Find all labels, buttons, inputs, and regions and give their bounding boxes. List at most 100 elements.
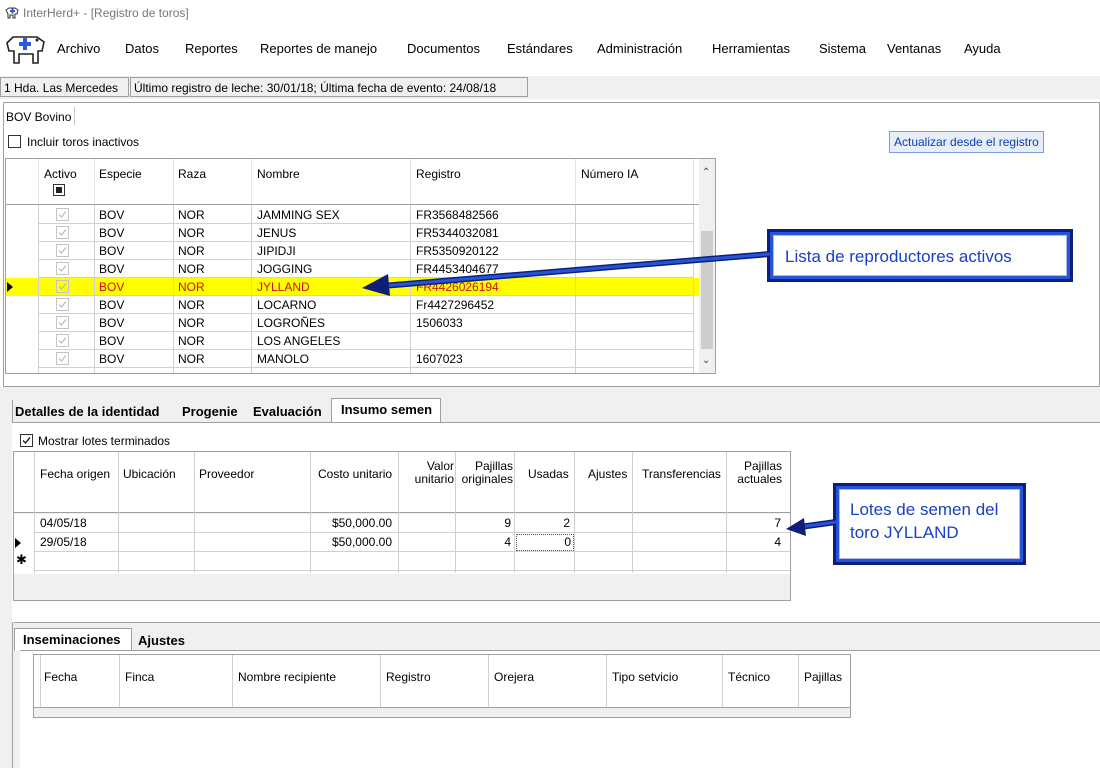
- table-row[interactable]: 29/05/18 $50,000.00 4 0 4: [14, 533, 790, 552]
- update-from-registry-button[interactable]: Actualizar desde el registro: [889, 131, 1044, 153]
- cell-raza: NOR: [178, 280, 205, 294]
- menu-sistema[interactable]: Sistema: [819, 41, 866, 56]
- row-active-checkbox[interactable]: [56, 298, 69, 311]
- status-info: Último registro de leche: 30/01/18; Últi…: [130, 77, 528, 97]
- tab-divider: [74, 107, 75, 125]
- row-active-checkbox[interactable]: [56, 334, 69, 347]
- cell-raza: NOR: [178, 352, 205, 366]
- col-fecha[interactable]: Fecha: [44, 671, 77, 684]
- select-all-checkbox[interactable]: [53, 184, 65, 196]
- cell-raza: NOR: [178, 226, 205, 240]
- table-row[interactable]: BOV NOR LOGROÑES 1506033: [6, 314, 699, 332]
- col-registro[interactable]: Registro: [386, 671, 431, 684]
- col-nombre[interactable]: Nombre: [257, 168, 300, 181]
- table-row[interactable]: BOV NOR MANOLO 1607023: [6, 350, 699, 368]
- tab-inseminaciones[interactable]: Inseminaciones: [14, 628, 132, 651]
- lots-grid: Fecha origen Ubicación Proveedor Costo u…: [13, 451, 791, 601]
- tab-progenie[interactable]: Progenie: [182, 404, 238, 419]
- col-pajillas[interactable]: Pajillas: [804, 671, 842, 684]
- checkmark-icon: [22, 437, 31, 445]
- tab-inseminaciones-label: Inseminaciones: [23, 632, 121, 647]
- row-active-checkbox[interactable]: [56, 280, 69, 293]
- menu-documentos[interactable]: Documentos: [407, 41, 480, 56]
- col-tecnico[interactable]: Técnico: [728, 671, 770, 684]
- arrow-to-selected-bull-icon: [362, 251, 771, 296]
- cell-nombre: LOS ANGELES: [257, 334, 341, 348]
- tab-evaluacion[interactable]: Evaluación: [253, 404, 322, 419]
- cell-costo-unitario: $50,000.00: [331, 516, 392, 530]
- menu-bar: Archivo Datos Reportes Reportes de manej…: [0, 29, 1100, 71]
- col-registro[interactable]: Registro: [416, 168, 461, 181]
- include-inactive-checkbox[interactable]: [8, 135, 21, 148]
- row-active-checkbox[interactable]: [56, 208, 69, 221]
- cell-usadas-focused[interactable]: 0: [516, 534, 574, 551]
- cell-fecha-origen: 29/05/18: [40, 535, 87, 549]
- callout-semen-lots-text: Lotes de semen del toro JYLLAND: [839, 489, 1020, 559]
- menu-herramientas[interactable]: Herramientas: [712, 41, 790, 56]
- scroll-up-icon[interactable]: ⌃: [702, 167, 710, 178]
- inseminations-grid-header: Fecha Finca Nombre recipiente Registro O…: [34, 655, 850, 707]
- cell-especie: BOV: [99, 316, 125, 330]
- col-transferencias[interactable]: Transferencias: [642, 468, 721, 481]
- row-active-checkbox[interactable]: [56, 316, 69, 329]
- menu-archivo[interactable]: Archivo: [57, 41, 100, 56]
- col-ubicacion[interactable]: Ubicación: [123, 468, 176, 481]
- table-row[interactable]: 04/05/18 $50,000.00 9 2 7: [14, 514, 790, 533]
- status-strip: 1 Hda. Las Mercedes Último registro de l…: [0, 76, 1100, 99]
- col-usadas[interactable]: Usadas: [528, 468, 569, 481]
- row-active-checkbox[interactable]: [56, 352, 69, 365]
- col-ajustes[interactable]: Ajustes: [588, 468, 627, 481]
- col-proveedor[interactable]: Proveedor: [199, 468, 254, 481]
- cell-pajillas-originales: 4: [504, 535, 511, 549]
- tab-ajustes[interactable]: Ajustes: [138, 633, 185, 648]
- menu-ayuda[interactable]: Ayuda: [964, 41, 1001, 56]
- col-costo-unitario[interactable]: Costo unitario: [318, 468, 392, 481]
- menu-datos[interactable]: Datos: [125, 41, 159, 56]
- col-finca[interactable]: Finca: [125, 671, 154, 684]
- species-tab[interactable]: BOV Bovino: [6, 110, 71, 124]
- menu-estandares[interactable]: Estándares: [507, 41, 573, 56]
- menu-reportes-de-manejo[interactable]: Reportes de manejo: [260, 41, 377, 56]
- col-pajillas-originales[interactable]: Pajillas originales: [457, 460, 513, 486]
- cell-pajillas-originales: 9: [504, 516, 511, 530]
- app-logo-icon: [6, 36, 45, 64]
- col-especie[interactable]: Especie: [99, 168, 142, 181]
- table-row[interactable]: BOV NOR LOCARNO Fr4427296452: [6, 296, 699, 314]
- tab-detalles-identidad[interactable]: Detalles de la identidad: [15, 404, 160, 419]
- col-nombre-recipiente[interactable]: Nombre recipiente: [238, 671, 336, 684]
- menu-reportes[interactable]: Reportes: [185, 41, 238, 56]
- menu-administracion[interactable]: Administración: [597, 41, 682, 56]
- scroll-down-icon[interactable]: ⌄: [702, 355, 710, 366]
- cell-raza: NOR: [178, 208, 205, 222]
- farm-selector[interactable]: 1 Hda. Las Mercedes: [0, 77, 129, 97]
- show-finished-checkbox[interactable]: [20, 434, 33, 447]
- tab-insumo-semen-label: Insumo semen: [341, 402, 433, 417]
- table-row[interactable]: BOV NOR JAMMING SEX FR3568482566: [6, 206, 699, 224]
- inseminations-panel: Fecha Finca Nombre recipiente Registro O…: [20, 650, 1100, 768]
- menu-ventanas[interactable]: Ventanas: [887, 41, 941, 56]
- cell-raza: NOR: [178, 334, 205, 348]
- cell-especie: BOV: [99, 280, 125, 294]
- cell-registro: 1506033: [416, 316, 463, 330]
- row-active-checkbox[interactable]: [56, 262, 69, 275]
- col-fecha-origen[interactable]: Fecha origen: [40, 468, 110, 481]
- col-orejera[interactable]: Orejera: [494, 671, 534, 684]
- col-valor-unitario[interactable]: Valor unitario: [414, 460, 454, 486]
- col-numero-ia[interactable]: Número IA: [581, 168, 638, 181]
- col-tipo-servicio[interactable]: Tipo setvicio: [612, 671, 678, 684]
- current-row-marker-icon: [15, 538, 21, 548]
- include-inactive-label: Incluir toros inactivos: [27, 135, 140, 149]
- table-row[interactable]: BOV NOR LOS ANGELES: [6, 332, 699, 350]
- tab-insumo-semen[interactable]: Insumo semen: [331, 398, 441, 423]
- row-active-checkbox[interactable]: [56, 226, 69, 239]
- col-activo[interactable]: Activo: [44, 168, 77, 181]
- row-active-checkbox[interactable]: [56, 244, 69, 257]
- col-pajillas-actuales[interactable]: Pajillas actuales: [730, 460, 782, 486]
- table-row[interactable]: BOV NOR JENUS FR5344032081: [6, 224, 699, 242]
- bottom-separator: [14, 622, 1100, 624]
- table-row-new[interactable]: ✱: [14, 552, 790, 571]
- callout-active-bulls: Lista de reproductores activos: [767, 229, 1073, 282]
- cell-nombre: JYLLAND: [257, 280, 310, 294]
- col-raza[interactable]: Raza: [178, 168, 206, 181]
- cell-registro: Fr4427296452: [416, 298, 495, 312]
